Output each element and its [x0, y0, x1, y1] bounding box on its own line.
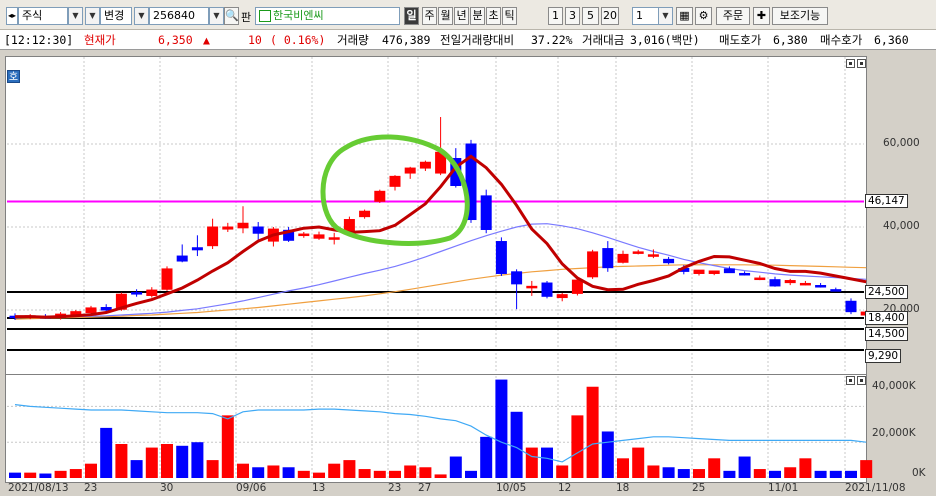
- price-change-pct: ( 0.16%): [270, 33, 326, 47]
- period-button-5[interactable]: 초: [486, 7, 501, 25]
- x-axis-label: 09/06: [236, 482, 267, 494]
- period-button-4[interactable]: 분: [470, 7, 485, 25]
- market-type-dropdown-icon[interactable]: ▼: [68, 7, 83, 25]
- period-button-6[interactable]: 틱: [502, 7, 517, 25]
- bid-price: 6,360: [874, 33, 909, 47]
- stock-type-icon: [259, 10, 271, 22]
- x-axis-label: 27: [418, 482, 432, 494]
- toolbar: ◂▸ 주식 ▼ ▼ 변경 ▼ 256840 ▼ 🔍 판 한국비엔씨 일주월년분초…: [0, 0, 936, 30]
- volume-pane-maximize-icon[interactable]: [857, 376, 866, 385]
- bid-label: 매수호가: [820, 33, 863, 47]
- level-tag: 46,147: [865, 194, 908, 208]
- x-axis-label: 30: [160, 482, 174, 494]
- current-price-label: 현재가: [84, 33, 116, 47]
- x-axis-label: 25: [692, 482, 706, 494]
- prev-volume-ratio-label: 전일거래량대비: [440, 33, 515, 47]
- chart-frame: [0, 52, 936, 496]
- price-pane[interactable]: [5, 56, 867, 375]
- market-type-select[interactable]: 주식: [18, 7, 68, 25]
- x-axis-label: 10/05: [496, 482, 527, 494]
- period-button-1[interactable]: 주: [422, 7, 437, 25]
- level-tag: 9,290: [865, 349, 902, 363]
- current-price: 6,350: [158, 33, 193, 47]
- period-button-0[interactable]: 일: [404, 7, 419, 25]
- price-axis-label: 40,000: [883, 220, 920, 232]
- order-button[interactable]: 주문: [716, 7, 750, 25]
- save-icon[interactable]: ▦: [676, 7, 693, 25]
- interval-button-2[interactable]: 5: [582, 7, 599, 25]
- x-axis-label: 18: [616, 482, 630, 494]
- interval-button-3[interactable]: 20: [601, 7, 619, 25]
- stock-name-field[interactable]: 한국비엔씨: [255, 7, 400, 25]
- trade-value-label: 거래대금: [582, 33, 625, 47]
- quote-info-bar: [12:12:30] 현재가 6,350 ▲ 10 ( 0.16%) 거래량 4…: [0, 30, 936, 50]
- price-change: 10: [248, 33, 262, 47]
- x-axis-label: 13: [312, 482, 326, 494]
- pane-minimize-icon[interactable]: [846, 59, 855, 68]
- ask-price: 6,380: [773, 33, 808, 47]
- stock-name-text: 한국비엔씨: [273, 9, 324, 22]
- settings-icon[interactable]: ⚙: [695, 7, 712, 25]
- x-axis-label: 12: [558, 482, 572, 494]
- volume-label: 거래량: [337, 33, 369, 47]
- period-button-3[interactable]: 년: [454, 7, 469, 25]
- level-tag: 14,500: [865, 327, 908, 341]
- volume-axis-label: 0K: [912, 467, 926, 479]
- level-tag: 24,500: [865, 285, 908, 299]
- period-button-2[interactable]: 월: [438, 7, 453, 25]
- change-arrow-icon: ▲: [203, 33, 210, 47]
- quote-time: [12:12:30]: [4, 33, 74, 47]
- x-axis-label: 23: [84, 482, 98, 494]
- volume-axis-label: 20,000K: [872, 427, 916, 439]
- price-axis-label: 60,000: [883, 137, 920, 149]
- x-axis-label: 11/01: [768, 482, 799, 494]
- code-list-dropdown-icon[interactable]: ▼: [209, 7, 224, 25]
- side-tab-button[interactable]: 호: [7, 70, 20, 83]
- x-axis-label: 2021/11/08: [845, 482, 906, 494]
- volume-pane[interactable]: [5, 374, 867, 483]
- interval-button-1[interactable]: 3: [565, 7, 580, 25]
- crosshair-icon[interactable]: ✚: [753, 7, 770, 25]
- interval-dropdown-icon[interactable]: ▼: [658, 7, 673, 25]
- trade-value: 3,016(백만): [630, 33, 700, 47]
- x-axis-label: 23: [388, 482, 402, 494]
- x-axis-label: 2021/08/13: [8, 482, 69, 494]
- change-select[interactable]: 변경: [100, 7, 132, 25]
- prev-volume-ratio: 37.22%: [531, 33, 573, 47]
- aux-function-button[interactable]: 보조기능: [772, 7, 828, 25]
- ask-label: 매도호가: [719, 33, 762, 47]
- volume-pane-minimize-icon[interactable]: [846, 376, 855, 385]
- volume-axis-label: 40,000K: [872, 380, 916, 392]
- board-label: 판: [241, 11, 252, 24]
- search-icon[interactable]: 🔍: [224, 7, 239, 25]
- pane-maximize-icon[interactable]: [857, 59, 866, 68]
- volume-value: 476,389: [382, 33, 431, 47]
- code-dropdown-icon[interactable]: ▼: [134, 7, 149, 25]
- market-toggle-icon[interactable]: ◂▸: [6, 7, 18, 25]
- level-tag: 18,400: [865, 311, 908, 325]
- change-dropdown-icon[interactable]: ▼: [85, 7, 100, 25]
- interval-button-0[interactable]: 1: [548, 7, 563, 25]
- stock-code-input[interactable]: 256840: [149, 7, 209, 25]
